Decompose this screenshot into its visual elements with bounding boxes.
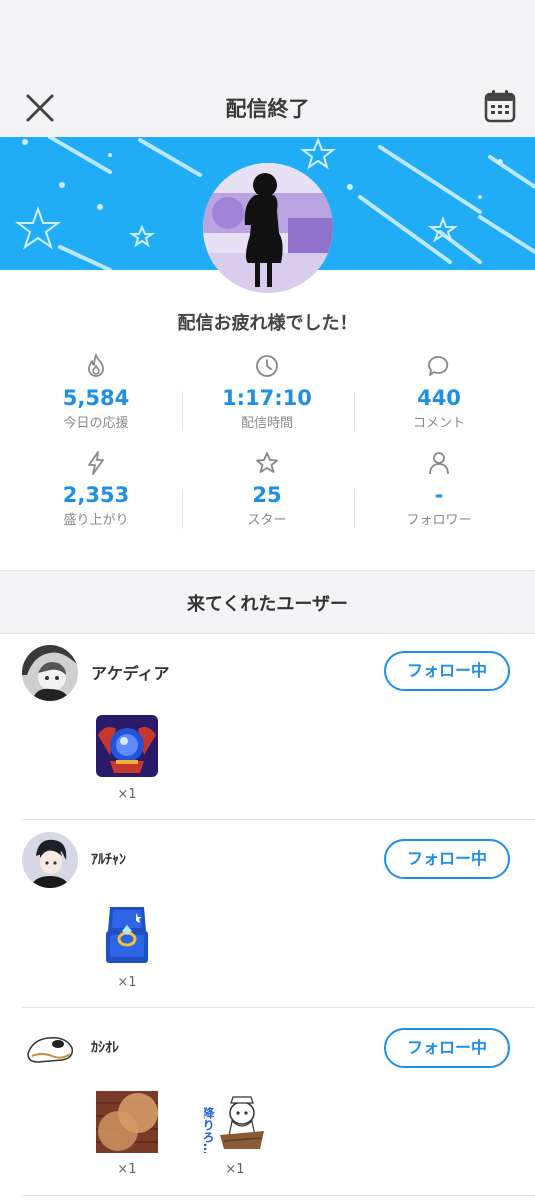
- broadcaster-avatar: [203, 163, 333, 293]
- stat-label: スター: [247, 513, 287, 528]
- divider: [182, 391, 183, 431]
- calendar-icon[interactable]: [484, 89, 516, 123]
- page-title: 配信終了: [225, 97, 310, 121]
- comment-icon: [428, 356, 449, 376]
- section-title: 来てくれたユーザー: [186, 594, 349, 615]
- row-divider: [22, 1195, 535, 1196]
- clock-icon: [256, 355, 278, 377]
- stat-stars: 25 スター: [178, 450, 356, 528]
- row-divider: [22, 1007, 535, 1008]
- stat-followers: - フォロワー: [350, 450, 528, 528]
- star-icon: [256, 452, 278, 473]
- gift-quantity: ×1: [117, 787, 137, 802]
- stat-label: 今日の応援: [63, 416, 129, 431]
- stat-label: 配信時間: [240, 416, 293, 431]
- cat-boat-sticker-icon: 降りろ…: [204, 1091, 266, 1153]
- stat-value: 440: [417, 386, 461, 410]
- divider: [182, 489, 183, 529]
- stat-label: フォロワー: [406, 513, 472, 528]
- user-avatar[interactable]: [22, 1020, 78, 1076]
- gift-quantity: ×1: [117, 975, 137, 990]
- stat-value: -: [434, 483, 444, 507]
- user-name[interactable]: ｱﾙﾁｬﾝ: [91, 849, 126, 869]
- user-avatar[interactable]: [22, 832, 78, 888]
- stat-comments: 440 コメント: [350, 353, 528, 431]
- row-divider: [22, 819, 535, 820]
- lightning-icon: [88, 451, 104, 475]
- user-name[interactable]: アケディア: [91, 660, 170, 684]
- user-avatar[interactable]: [22, 645, 78, 701]
- person-icon: [429, 452, 449, 475]
- following-button[interactable]: フォロー中: [384, 839, 510, 879]
- stat-value: 25: [252, 483, 282, 507]
- following-button[interactable]: フォロー中: [384, 1028, 510, 1068]
- divider: [354, 489, 355, 529]
- stat-value: 5,584: [62, 386, 130, 410]
- following-button[interactable]: フォロー中: [384, 651, 510, 691]
- stat-today-support: 5,584 今日の応援: [7, 353, 185, 431]
- user-name[interactable]: ｶｼｵﾚ: [91, 1037, 119, 1057]
- stat-label: 盛り上がり: [63, 513, 129, 528]
- crystal-ball-gift-icon: [96, 715, 158, 777]
- ring-box-gift-icon: [106, 907, 148, 963]
- stat-label: コメント: [412, 416, 465, 431]
- brick-wall-gift-icon: [96, 1091, 158, 1153]
- gift-quantity: ×1: [225, 1162, 245, 1177]
- gift-quantity: ×1: [117, 1162, 137, 1177]
- thanks-message: 配信お疲れ様でした！: [177, 313, 358, 334]
- stat-value: 2,353: [62, 483, 130, 507]
- flame-icon: [88, 354, 104, 377]
- stat-value: 1:17:10: [222, 386, 312, 410]
- stat-broadcast-time: 1:17:10 配信時間: [178, 353, 356, 431]
- stat-excitement: 2,353 盛り上がり: [7, 450, 185, 528]
- sticker-text: 降りろ…: [204, 1106, 215, 1153]
- divider: [354, 391, 355, 431]
